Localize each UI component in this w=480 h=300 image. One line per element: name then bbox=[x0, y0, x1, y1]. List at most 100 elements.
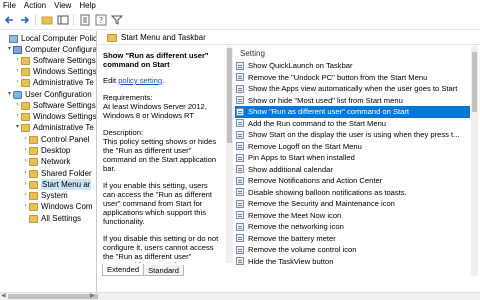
tree-node-label: All Settings bbox=[41, 214, 82, 223]
menu-help[interactable]: Help bbox=[75, 0, 99, 11]
tree-node[interactable]: › Windows Settings bbox=[14, 111, 97, 122]
scroll-left-icon[interactable]: ◀ bbox=[1, 293, 6, 300]
tree-node[interactable]: › Software Settings bbox=[14, 55, 96, 66]
setting-row[interactable]: Remove the networking icon bbox=[235, 221, 470, 233]
group-policy-editor-window: File Action View Help ? Local Computer P… bbox=[0, 0, 480, 300]
policy-setting-icon bbox=[236, 84, 244, 93]
setting-row-label: Remove the "Undock PC" button from the S… bbox=[248, 72, 428, 82]
chevron-right-icon[interactable]: › bbox=[14, 55, 21, 66]
setting-row[interactable]: Hide the TaskView button bbox=[235, 256, 470, 268]
menu-file[interactable]: File bbox=[0, 0, 20, 11]
chevron-right-icon[interactable]: › bbox=[14, 111, 21, 122]
setting-row[interactable]: Remove the volume control icon bbox=[235, 244, 470, 256]
description-title: Show "Run as different user" command on … bbox=[103, 51, 209, 69]
setting-row[interactable]: Show additional calendar bbox=[235, 164, 470, 176]
chevron-down-icon[interactable]: ▾ bbox=[14, 122, 21, 133]
disabled-text: If you disable this setting or do not co… bbox=[103, 234, 219, 263]
chevron-right-icon[interactable]: › bbox=[22, 190, 29, 201]
scrollbar-thumb[interactable] bbox=[472, 52, 477, 112]
edit-policy-setting-link[interactable]: policy setting bbox=[118, 76, 162, 85]
tree-node[interactable]: ▾ User Configuration bbox=[6, 89, 92, 100]
setting-row[interactable]: Remove the Meet Now icon bbox=[235, 210, 470, 222]
details-header: Start Menu and Taskbar bbox=[98, 31, 480, 45]
menu-view[interactable]: View bbox=[50, 0, 75, 11]
setting-row[interactable]: Show "Run as different user" command on … bbox=[235, 106, 470, 118]
show-hide-tree-icon[interactable] bbox=[56, 14, 69, 27]
setting-row-label: Remove the Meet Now icon bbox=[248, 210, 342, 220]
setting-row[interactable]: Add the Run command to the Start Menu bbox=[235, 118, 470, 130]
folder-icon bbox=[21, 56, 30, 65]
tree-node[interactable]: ▾ Computer Configurati bbox=[6, 44, 97, 55]
svg-text:?: ? bbox=[98, 16, 102, 25]
tree-node[interactable]: All Settings bbox=[22, 213, 81, 224]
tree-node-label: Software Settings bbox=[33, 56, 96, 65]
tree-node[interactable]: Local Computer Policy bbox=[2, 33, 96, 44]
chevron-right-icon[interactable]: › bbox=[14, 66, 21, 77]
description-scrollbar[interactable] bbox=[226, 46, 233, 263]
up-folder-icon[interactable] bbox=[40, 14, 53, 27]
toolbar: ? bbox=[0, 11, 480, 30]
chevron-down-icon[interactable]: ▾ bbox=[6, 44, 13, 55]
tab-standard[interactable]: Standard bbox=[143, 265, 184, 276]
folder-icon bbox=[29, 191, 38, 200]
policy-setting-icon bbox=[236, 234, 244, 243]
tree-node-label: System bbox=[41, 191, 68, 200]
chevron-down-icon[interactable]: ▾ bbox=[6, 89, 13, 100]
tree-node[interactable]: › Windows Settings bbox=[14, 66, 97, 77]
chevron-right-icon[interactable]: › bbox=[22, 145, 29, 156]
tree-node[interactable]: › Desktop bbox=[22, 145, 71, 156]
chevron-right-icon[interactable]: › bbox=[22, 201, 29, 212]
filter-icon[interactable] bbox=[110, 14, 123, 27]
tree-node[interactable]: › Software Settings bbox=[14, 100, 96, 111]
setting-row[interactable]: Remove the Security and Maintenance icon bbox=[235, 198, 470, 210]
enabled-text: If you enable this setting, users can ac… bbox=[103, 181, 212, 226]
scroll-right-icon[interactable]: ▶ bbox=[90, 293, 95, 300]
setting-row-label: Remove the battery meter bbox=[248, 233, 336, 243]
setting-row[interactable]: Show QuickLaunch on Taskbar bbox=[235, 60, 470, 72]
tree-node-label: Shared Folder bbox=[41, 169, 92, 178]
menu-action[interactable]: Action bbox=[20, 0, 50, 11]
tree-node[interactable]: › System bbox=[22, 190, 68, 201]
policy-setting-icon bbox=[236, 96, 244, 105]
scrollbar-thumb[interactable] bbox=[227, 48, 232, 143]
tree-node[interactable]: › Network bbox=[22, 156, 71, 167]
setting-column-header[interactable]: Setting bbox=[235, 46, 470, 60]
tree-node-label: Windows Settings bbox=[33, 112, 97, 121]
chevron-right-icon[interactable]: › bbox=[14, 77, 21, 88]
tree-node-label: Computer Configurati bbox=[25, 45, 97, 54]
forward-arrow-icon[interactable] bbox=[18, 14, 31, 27]
settings-scrollbar[interactable] bbox=[471, 46, 478, 276]
setting-row-label: Show or hide "Most used" list from Start… bbox=[248, 95, 403, 105]
tree-node[interactable]: › Shared Folder bbox=[22, 168, 92, 179]
scrollbar-thumb[interactable] bbox=[8, 294, 98, 299]
setting-row[interactable]: Show Start on the display the user is us… bbox=[235, 129, 470, 141]
tree-node-label: Desktop bbox=[41, 146, 71, 155]
setting-row[interactable]: Show the Apps view automatically when th… bbox=[235, 83, 470, 95]
folder-icon bbox=[21, 67, 30, 76]
help-icon[interactable]: ? bbox=[94, 14, 107, 27]
chevron-right-icon[interactable]: › bbox=[22, 168, 29, 179]
properties-icon[interactable] bbox=[78, 14, 91, 27]
tree-node[interactable]: ▾ Administrative Te bbox=[14, 122, 94, 133]
policy-setting-icon bbox=[236, 245, 244, 254]
requirements: Requirements: At least Windows Server 20… bbox=[103, 93, 220, 120]
chevron-right-icon[interactable]: › bbox=[22, 156, 29, 167]
setting-row[interactable]: Pin Apps to Start when installed bbox=[235, 152, 470, 164]
chevron-right-icon[interactable]: › bbox=[14, 100, 21, 111]
details-header-title: Start Menu and Taskbar bbox=[121, 33, 206, 42]
setting-row[interactable]: Remove Logoff on the Start Menu bbox=[235, 141, 470, 153]
chevron-right-icon[interactable]: › bbox=[22, 134, 29, 145]
chevron-right-icon[interactable]: › bbox=[22, 179, 29, 190]
setting-row[interactable]: Disable showing balloon notifications as… bbox=[235, 187, 470, 199]
horizontal-scrollbar[interactable]: ◀ ▶ bbox=[0, 292, 480, 300]
back-arrow-icon[interactable] bbox=[2, 14, 15, 27]
setting-row[interactable]: Remove the "Undock PC" button from the S… bbox=[235, 72, 470, 84]
tree-node[interactable]: › Start Menu ar bbox=[22, 179, 92, 190]
tab-extended[interactable]: Extended bbox=[102, 264, 145, 276]
tree-node[interactable]: › Control Panel bbox=[22, 134, 90, 145]
tree-node[interactable]: › Administrative Te bbox=[14, 77, 94, 88]
tree-node[interactable]: › Windows Com bbox=[22, 201, 93, 212]
setting-row[interactable]: Remove the battery meter bbox=[235, 233, 470, 245]
setting-row[interactable]: Show or hide "Most used" list from Start… bbox=[235, 95, 470, 107]
setting-row[interactable]: Remove Notifications and Action Center bbox=[235, 175, 470, 187]
